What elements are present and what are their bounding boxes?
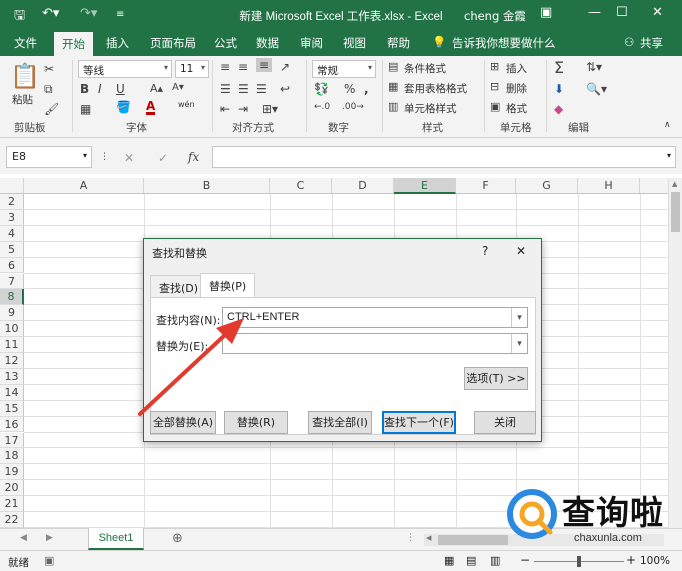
magnifier-logo-icon (507, 489, 557, 539)
watermark: 查询啦 chaxunla.com (500, 480, 682, 550)
watermark-url: chaxunla.com (574, 532, 642, 544)
watermark-brand: 查询啦 (562, 493, 664, 532)
arrow-shaft (138, 332, 228, 416)
